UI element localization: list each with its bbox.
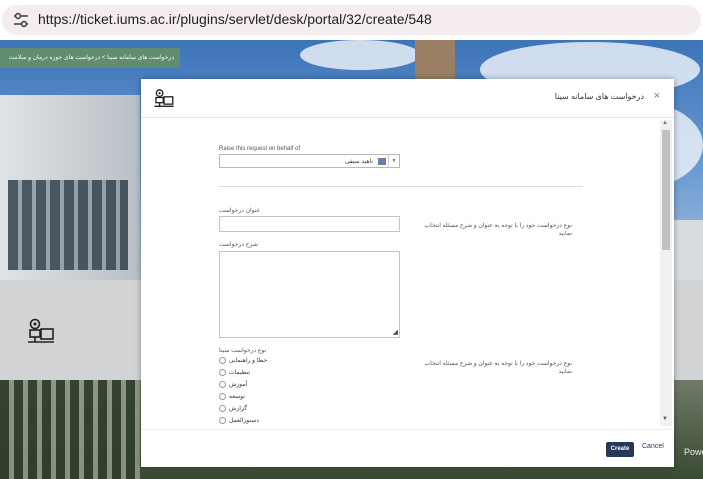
radio-label: خطا و راهنمایی	[229, 358, 268, 365]
radio-icon[interactable]	[219, 357, 226, 364]
portal-logo-icon	[26, 317, 56, 347]
behalf-select[interactable]: ناهید سیفی ▼	[219, 154, 400, 168]
scroll-up-icon[interactable]: ▲	[662, 120, 668, 126]
close-icon[interactable]: ×	[654, 90, 660, 102]
behalf-label: Raise this request on behalf of	[219, 146, 301, 152]
breadcrumb[interactable]: درخواست های سامانه سینا > درخواست های حو…	[0, 48, 180, 68]
user-avatar-icon	[378, 158, 386, 165]
summary-label: عنوان درخواست	[219, 208, 261, 214]
radio-label: گزارش	[229, 406, 248, 413]
dialog-title: درخواست های سامانه سینا	[554, 92, 644, 101]
chevron-down-icon[interactable]: ▼	[388, 155, 399, 167]
dialog-scrollbar[interactable]: ▲ ▼	[660, 120, 672, 426]
cancel-button[interactable]: Cancel	[642, 443, 664, 450]
radio-label: تنظیمات	[229, 370, 251, 377]
create-button[interactable]: Create	[606, 442, 634, 457]
building-windows	[8, 180, 128, 270]
behalf-selected-user: ناهید سیفی	[344, 159, 373, 165]
portal-logo-icon	[153, 88, 175, 110]
footer-building	[0, 380, 140, 479]
radio-option[interactable]: خطا و راهنمایی	[219, 357, 267, 368]
radio-option[interactable]: گزارش	[219, 405, 247, 416]
request-type-label: نوع درخواست سینا	[219, 348, 267, 354]
create-request-dialog: درخواست های سامانه سینا × Raise this req…	[141, 79, 674, 467]
radio-icon[interactable]	[219, 405, 226, 412]
url-text[interactable]: https://ticket.iums.ac.ir/plugins/servle…	[38, 11, 432, 27]
radio-option[interactable]: آموزش	[219, 381, 247, 392]
tune-icon[interactable]	[12, 12, 30, 28]
radio-label: آموزش	[229, 382, 248, 389]
radio-label: دستورالعمل	[229, 418, 259, 425]
dialog-body[interactable]: Raise this request on behalf of ناهید سی…	[141, 118, 674, 428]
radio-icon[interactable]	[219, 381, 226, 388]
minaret	[415, 40, 455, 80]
description-label: شرح درخواست	[219, 242, 258, 248]
dialog-footer: Create Cancel	[141, 429, 674, 468]
resize-grip-icon[interactable]: ◢	[393, 328, 398, 336]
radio-icon[interactable]	[219, 369, 226, 376]
browser-address-bar: https://ticket.iums.ac.ir/plugins/servle…	[0, 0, 703, 40]
section-divider	[219, 186, 583, 187]
request-type-help-text: نوع درخواست خود را با توجه به عنوان و شر…	[424, 361, 572, 375]
radio-icon[interactable]	[219, 417, 226, 424]
scrollbar-thumb[interactable]	[662, 130, 670, 250]
scroll-down-icon[interactable]: ▼	[662, 416, 668, 422]
cloud	[300, 40, 420, 70]
dialog-header: درخواست های سامانه سینا ×	[141, 79, 674, 118]
powered-by-text: Powe	[684, 447, 703, 457]
radio-option[interactable]: توسعه	[219, 393, 245, 404]
radio-icon[interactable]	[219, 393, 226, 400]
radio-option[interactable]: دستورالعمل	[219, 417, 259, 428]
summary-help-text: نوع درخواست خود را با توجه به عنوان و شر…	[424, 223, 572, 237]
description-textarea[interactable]: ◢	[219, 251, 400, 338]
radio-option[interactable]: تنظیمات	[219, 369, 250, 380]
radio-label: توسعه	[229, 394, 245, 401]
summary-input[interactable]	[219, 216, 400, 232]
